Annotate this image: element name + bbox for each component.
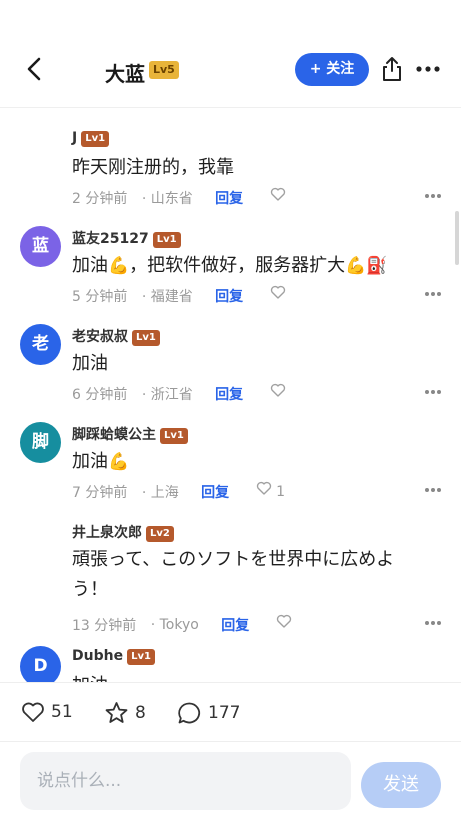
like-button[interactable]: 51 bbox=[21, 701, 73, 727]
comment-meta: 6 分钟前 · 浙江省 回复 bbox=[72, 382, 286, 404]
comment-author[interactable]: Dubhe Lv1 bbox=[72, 648, 155, 665]
comment-author[interactable]: 脚踩蛤蟆公主 Lv1 bbox=[72, 424, 188, 444]
level-badge: Lv1 bbox=[81, 131, 110, 147]
comment-time: 7 分钟前 bbox=[72, 485, 128, 501]
send-button[interactable]: 发送 bbox=[361, 762, 441, 808]
flexed-biceps-icon: 💪 bbox=[108, 452, 130, 472]
comment-button[interactable]: 177 bbox=[177, 701, 240, 727]
comment-author[interactable]: 蓝友25127 Lv1 bbox=[72, 228, 181, 248]
fuel-pump-icon: 💪⛽ bbox=[345, 256, 388, 276]
heart-icon bbox=[22, 702, 44, 722]
author-name: 蓝友25127 bbox=[72, 231, 149, 247]
author-name: 脚踩蛤蟆公主 bbox=[72, 427, 156, 443]
comment-text: 加油💪 bbox=[72, 447, 432, 477]
author-name: Dubhe bbox=[72, 648, 124, 664]
comment-text: 昨天刚注册的，我靠 bbox=[72, 157, 234, 178]
more-icon[interactable] bbox=[424, 193, 442, 199]
more-icon[interactable] bbox=[424, 487, 442, 493]
comment-text: 加油 bbox=[72, 353, 108, 374]
comment-input[interactable] bbox=[20, 752, 351, 810]
comment-text-part: ，把软件做好，服务器扩大 bbox=[129, 255, 346, 276]
comment-time: 13 分钟前 bbox=[72, 618, 137, 634]
avatar[interactable]: 蓝 bbox=[20, 226, 61, 267]
avatar[interactable]: 脚 bbox=[20, 422, 61, 463]
comment-meta: 2 分钟前 · 山东省 回复 bbox=[72, 186, 286, 208]
comment-location: · 浙江省 bbox=[141, 387, 193, 403]
avatar[interactable]: 老 bbox=[20, 324, 61, 365]
heart-icon[interactable] bbox=[270, 382, 286, 398]
comment-location: · 上海 bbox=[141, 485, 179, 501]
favorite-button[interactable]: 8 bbox=[104, 701, 146, 727]
comment-text-part: 加油 bbox=[72, 255, 108, 276]
page-title: 大蓝 bbox=[105, 62, 145, 86]
author-name: J bbox=[72, 130, 78, 146]
author-name: 老安叔叔 bbox=[72, 329, 128, 345]
level-badge: Lv1 bbox=[160, 428, 188, 444]
comment-meta: 13 分钟前 · Tokyo 回复 bbox=[72, 613, 292, 635]
like-count: 51 bbox=[51, 702, 73, 722]
comment-text: 加油💪，把软件做好，服务器扩大💪⛽ bbox=[72, 251, 432, 281]
reply-button[interactable]: 回复 bbox=[215, 384, 243, 404]
heart-icon[interactable] bbox=[256, 480, 272, 496]
comment-time: 5 分钟前 bbox=[72, 289, 128, 305]
reply-button[interactable]: 回复 bbox=[215, 188, 243, 208]
more-icon[interactable] bbox=[416, 60, 440, 78]
engagement-bar: 51 8 177 bbox=[0, 682, 461, 742]
comment-text-part: 加油 bbox=[72, 451, 108, 472]
level-badge: Lv1 bbox=[127, 649, 155, 665]
share-icon[interactable] bbox=[380, 56, 404, 82]
comment-location: · Tokyo bbox=[150, 617, 199, 633]
like-count: 1 bbox=[276, 484, 285, 500]
level-badge: Lv1 bbox=[152, 232, 181, 248]
top-bar: 大蓝 Lv5 + 关注 bbox=[0, 0, 461, 108]
heart-icon[interactable] bbox=[270, 284, 286, 300]
comment-author[interactable]: 井上泉次郎 Lv2 bbox=[72, 522, 174, 542]
comment-time: 6 分钟前 bbox=[72, 387, 128, 403]
more-icon[interactable] bbox=[424, 291, 442, 297]
comment-text: 加油 bbox=[72, 671, 432, 682]
reply-button[interactable]: 回复 bbox=[201, 482, 229, 502]
comment-list[interactable]: J Lv1 昨天刚注册的，我靠 2 分钟前 · 山东省 回复 蓝 蓝友25127 L… bbox=[0, 108, 461, 682]
comment-author[interactable]: 老安叔叔 Lv1 bbox=[72, 326, 160, 346]
favorite-count: 8 bbox=[135, 703, 146, 723]
comment-time: 2 分钟前 bbox=[72, 191, 128, 207]
comment-count: 177 bbox=[208, 703, 241, 723]
reply-button[interactable]: 回复 bbox=[215, 286, 243, 306]
comment-author[interactable]: J Lv1 bbox=[72, 130, 110, 147]
comment-meta: 7 分钟前 · 上海 回复 1 bbox=[72, 480, 285, 502]
heart-icon[interactable] bbox=[276, 613, 292, 629]
level-badge: Lv1 bbox=[132, 330, 160, 346]
comment-text: 頑張って、このソフトを世界中に広めよう！ bbox=[72, 549, 395, 600]
reply-button[interactable]: 回复 bbox=[221, 615, 249, 635]
flexed-biceps-icon: 💪 bbox=[108, 256, 130, 276]
star-icon bbox=[105, 702, 128, 723]
scrollbar[interactable] bbox=[455, 211, 459, 265]
heart-icon[interactable] bbox=[270, 186, 286, 202]
more-icon[interactable] bbox=[424, 620, 442, 626]
comment-location: · 山东省 bbox=[141, 191, 193, 207]
level-badge: Lv5 bbox=[149, 61, 179, 79]
comment-icon bbox=[178, 702, 201, 724]
back-arrow-icon[interactable] bbox=[22, 56, 48, 82]
author-name: 井上泉次郎 bbox=[72, 525, 142, 541]
avatar[interactable]: D bbox=[20, 646, 61, 682]
comment-location: · 福建省 bbox=[141, 289, 193, 305]
follow-button[interactable]: + 关注 bbox=[295, 53, 369, 86]
comment-meta: 5 分钟前 · 福建省 回复 bbox=[72, 284, 286, 306]
more-icon[interactable] bbox=[424, 389, 442, 395]
level-badge: Lv2 bbox=[146, 526, 174, 542]
